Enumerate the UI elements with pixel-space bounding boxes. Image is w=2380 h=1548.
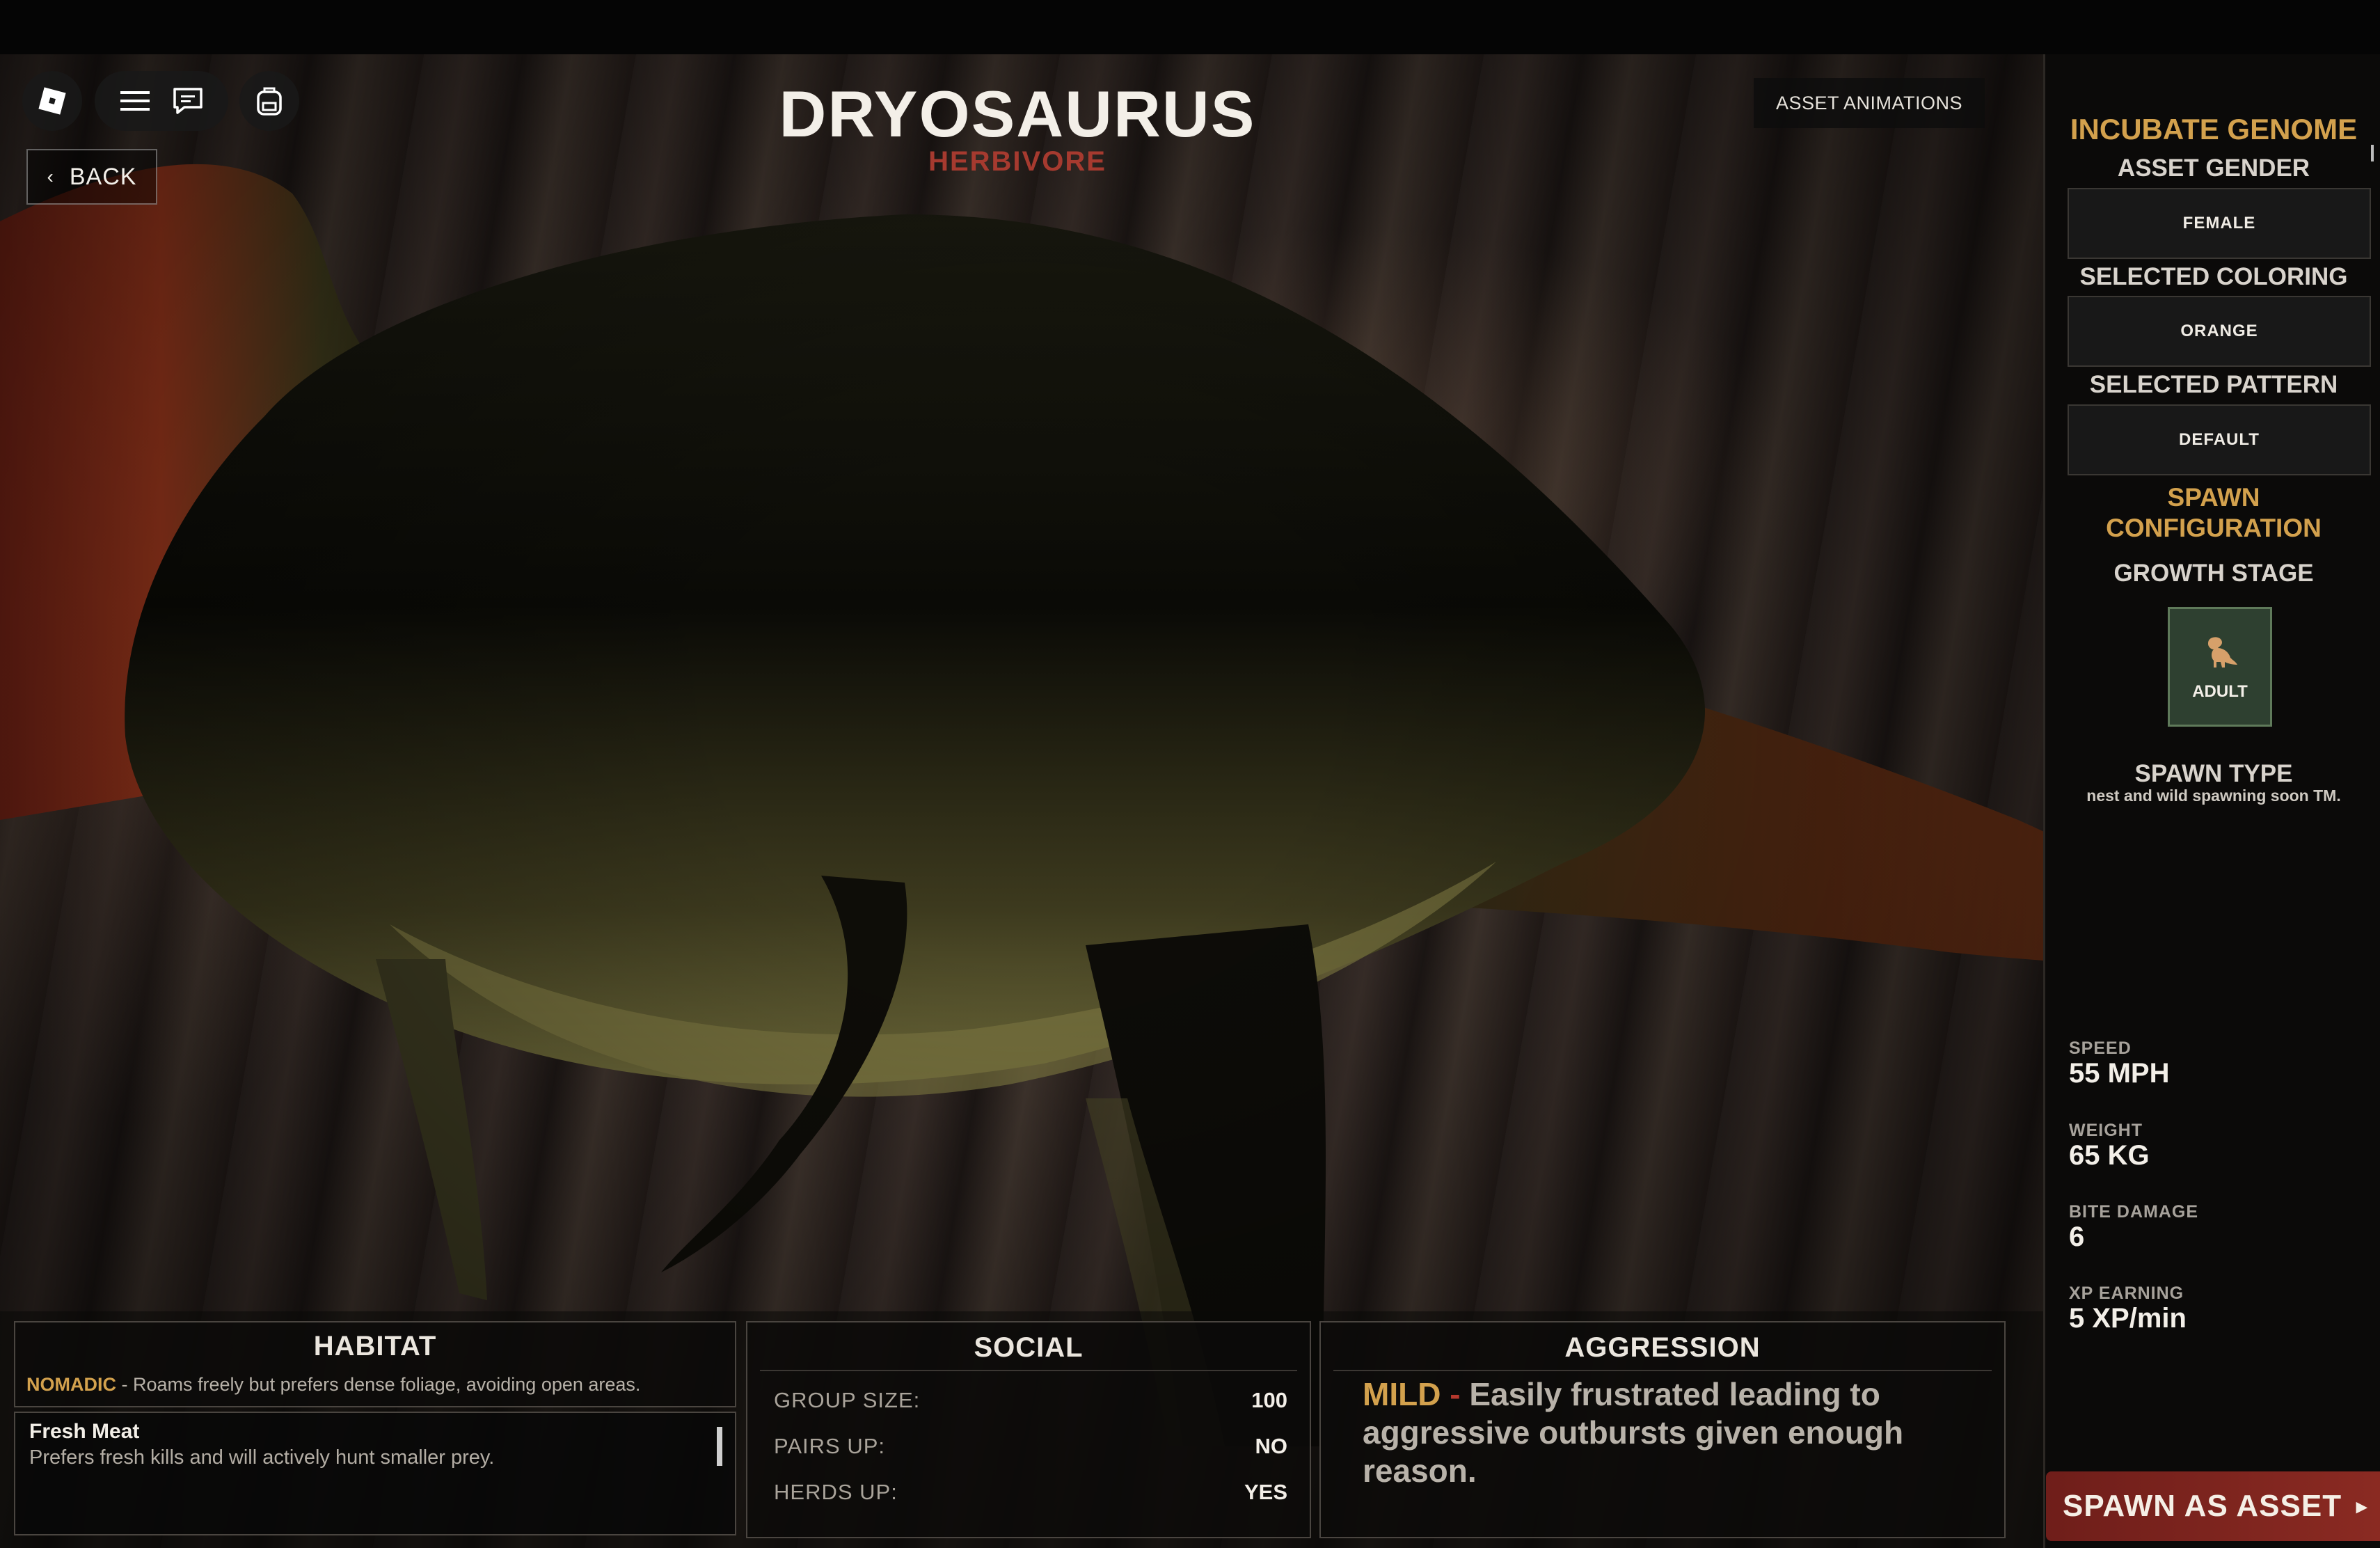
incubate-sidebar: INCUBATE GENOME ASSET GENDER FEMALE SELE… (2043, 54, 2380, 1548)
backpack-icon (251, 83, 287, 119)
pairs-up-key: PAIRS UP: (774, 1434, 886, 1458)
growth-stage-adult-card[interactable]: ADULT (2168, 607, 2272, 727)
stat-speed-value: 55 MPH (2069, 1058, 2170, 1089)
page-title: DRYOSAURUS (779, 77, 1256, 150)
diet-food-list[interactable]: Fresh Meat Prefers fresh kills and will … (14, 1412, 736, 1535)
aggression-level: MILD (1363, 1376, 1441, 1412)
spawn-as-asset-label: SPAWN AS ASSET (2063, 1489, 2342, 1523)
social-row-pairs-up: PAIRS UP: NO (774, 1434, 1287, 1459)
menu-chat-group (95, 71, 228, 131)
social-row-herds-up: HERDS UP: YES (774, 1480, 1287, 1505)
group-size-key: GROUP SIZE: (774, 1388, 921, 1412)
aggression-panel: AGGRESSION MILD - Easily frustrated lead… (1319, 1321, 2006, 1538)
hamburger-menu-icon[interactable] (117, 83, 153, 119)
chevron-left-icon: ‹ (47, 166, 54, 187)
stat-bite-damage-label: BITE DAMAGE (2069, 1202, 2198, 1222)
selected-pattern-label: SELECTED PATTERN (2089, 371, 2338, 398)
backpack-button[interactable] (239, 71, 299, 131)
habitat-title: HABITAT (313, 1331, 437, 1361)
aggression-description: MILD - Easily frustrated leading to aggr… (1363, 1375, 1989, 1490)
herds-up-value: YES (1244, 1480, 1287, 1504)
roblox-logo-icon (34, 83, 70, 119)
aggression-divider (1333, 1370, 1992, 1371)
back-label: BACK (69, 163, 137, 190)
diet-subtitle: HERBIVORE (928, 146, 1106, 177)
stat-speed-label: SPEED (2069, 1038, 2132, 1058)
selected-coloring-label: SELECTED COLORING (2079, 263, 2348, 290)
back-button[interactable]: ‹ BACK (26, 149, 157, 205)
top-system-bar (0, 0, 2380, 54)
spawn-as-asset-button[interactable]: SPAWN AS ASSET ▸ (2046, 1471, 2380, 1541)
stat-xp-earning-value: 5 XP/min (2069, 1303, 2187, 1334)
social-divider (760, 1370, 1297, 1371)
aggression-dash: - (1441, 1376, 1470, 1412)
spawn-configuration-heading-line1: SPAWN (2167, 483, 2260, 512)
habitat-keyword: NOMADIC (26, 1374, 116, 1395)
stat-weight-label: WEIGHT (2069, 1121, 2143, 1140)
group-size-value: 100 (1251, 1388, 1287, 1412)
gender-select-button[interactable]: FEMALE (2068, 188, 2371, 259)
asset-animations-button[interactable]: ASSET ANIMATIONS (1754, 78, 1985, 128)
spawn-type-label: SPAWN TYPE (2134, 760, 2293, 787)
food-description: Prefers fresh kills and will actively hu… (29, 1446, 495, 1469)
spawn-type-note: nest and wild spawning soon TM. (2086, 787, 2341, 805)
stat-weight-value: 65 KG (2069, 1140, 2150, 1171)
coloring-select-button[interactable]: ORANGE (2068, 296, 2371, 367)
habitat-description-text: - Roams freely but prefers dense foliage… (116, 1374, 641, 1395)
stat-xp-earning-label: XP EARNING (2069, 1284, 2184, 1303)
play-arrow-icon: ▸ (2356, 1494, 2367, 1518)
stat-bite-damage-value: 6 (2069, 1222, 2085, 1252)
social-panel: SOCIAL GROUP SIZE: 100 PAIRS UP: NO HERD… (746, 1321, 1311, 1538)
pairs-up-value: NO (1255, 1434, 1288, 1458)
roblox-menu-button[interactable] (22, 71, 82, 131)
aggression-title: AGGRESSION (1564, 1332, 1761, 1363)
social-title: SOCIAL (974, 1332, 1084, 1363)
social-row-group-size: GROUP SIZE: 100 (774, 1388, 1287, 1413)
growth-stage-label: GROWTH STAGE (2113, 560, 2314, 587)
herds-up-key: HERDS UP: (774, 1480, 898, 1504)
asset-gender-label: ASSET GENDER (2117, 155, 2310, 182)
incubate-genome-heading: INCUBATE GENOME (2070, 113, 2358, 145)
food-list-scrollbar[interactable] (717, 1427, 722, 1466)
dinosaur-icon (2201, 633, 2239, 674)
spawn-configuration-heading-line2: CONFIGURATION (2106, 514, 2322, 542)
chat-icon[interactable] (170, 83, 206, 119)
food-name: Fresh Meat (29, 1420, 140, 1443)
growth-stage-value: ADULT (2192, 681, 2248, 701)
habitat-description: NOMADIC - Roams freely but prefers dense… (26, 1374, 722, 1396)
pattern-select-button[interactable]: DEFAULT (2068, 404, 2371, 475)
